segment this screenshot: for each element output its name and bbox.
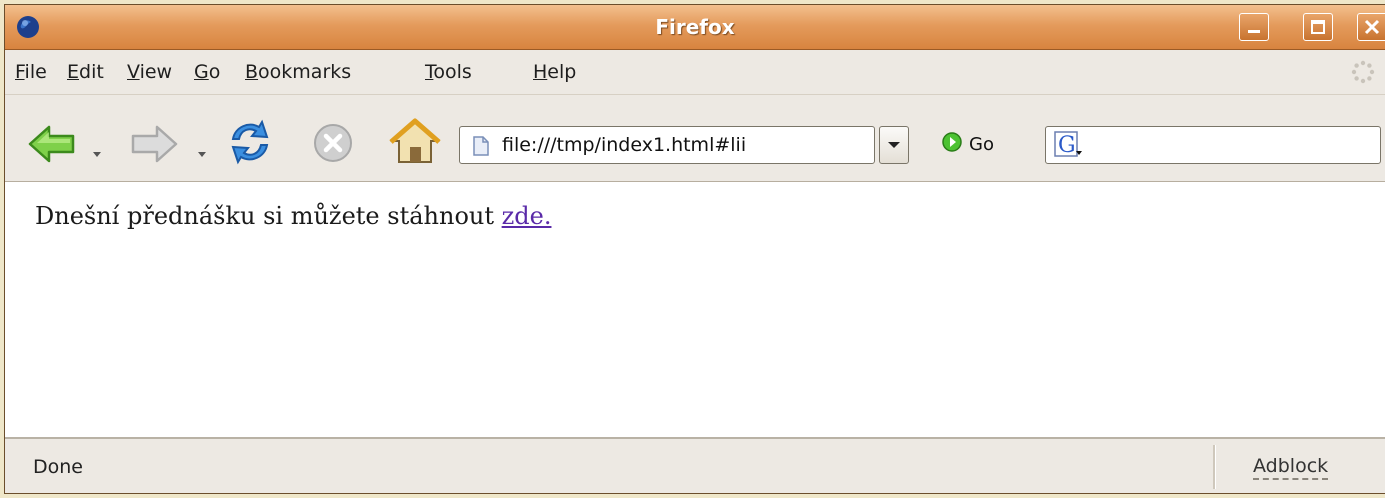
back-history-dropdown[interactable]	[93, 152, 101, 157]
url-history-dropdown[interactable]	[879, 126, 909, 164]
menu-tools[interactable]: Tools	[425, 50, 472, 94]
minimize-button[interactable]	[1239, 13, 1269, 41]
menu-bookmarks[interactable]: Bookmarks	[245, 50, 351, 94]
menu-go[interactable]: Go	[194, 50, 220, 94]
maximize-icon	[1311, 20, 1325, 34]
maximize-button[interactable]	[1303, 13, 1333, 41]
back-arrow-icon[interactable]	[27, 123, 77, 165]
content-text: Dnešní přednášku si můžete stáhnout	[35, 202, 502, 230]
url-bar[interactable]	[459, 126, 875, 164]
content-paragraph: Dnešní přednášku si můžete stáhnout zde.	[35, 202, 551, 230]
status-bar: Done Adblock	[5, 439, 1385, 493]
throbber-icon	[1351, 60, 1375, 84]
menu-bar: File Edit View Go Bookmarks Tools Help	[5, 50, 1385, 95]
status-text: Done	[33, 456, 83, 478]
search-input[interactable]	[1090, 131, 1370, 159]
google-icon[interactable]: G	[1054, 131, 1084, 159]
minimize-icon	[1248, 30, 1260, 33]
window-title: Firefox	[655, 15, 735, 39]
menu-edit[interactable]: Edit	[67, 50, 104, 94]
adblock-label: Adblock	[1253, 455, 1329, 480]
close-icon	[1364, 19, 1380, 35]
url-input[interactable]	[502, 131, 868, 159]
title-bar[interactable]: Firefox	[5, 5, 1385, 50]
menu-help[interactable]: Help	[533, 50, 576, 94]
svg-text:G: G	[1058, 133, 1076, 158]
go-button[interactable]: Go	[941, 131, 994, 159]
menu-view[interactable]: View	[127, 50, 172, 94]
browser-window: Firefox File Edit View Go Bookmarks Tool…	[4, 4, 1385, 494]
status-divider	[1213, 445, 1216, 489]
go-arrow-icon	[942, 132, 962, 152]
menu-file[interactable]: File	[15, 50, 47, 94]
page-content: Dnešní přednášku si můžete stáhnout zde.	[5, 182, 1385, 439]
forward-arrow-icon[interactable]	[129, 123, 179, 165]
adblock-button[interactable]: Adblock	[1253, 439, 1329, 493]
download-link[interactable]: zde.	[502, 202, 552, 230]
stop-icon[interactable]	[311, 121, 355, 165]
home-icon[interactable]	[389, 117, 441, 167]
go-label: Go	[969, 134, 994, 155]
reload-icon[interactable]	[225, 117, 275, 167]
navigation-toolbar: Go G	[5, 95, 1385, 182]
close-button[interactable]	[1357, 13, 1385, 41]
page-icon	[473, 136, 489, 156]
search-bar[interactable]: G	[1045, 126, 1381, 164]
chevron-down-icon	[888, 142, 900, 148]
forward-history-dropdown[interactable]	[198, 152, 206, 157]
